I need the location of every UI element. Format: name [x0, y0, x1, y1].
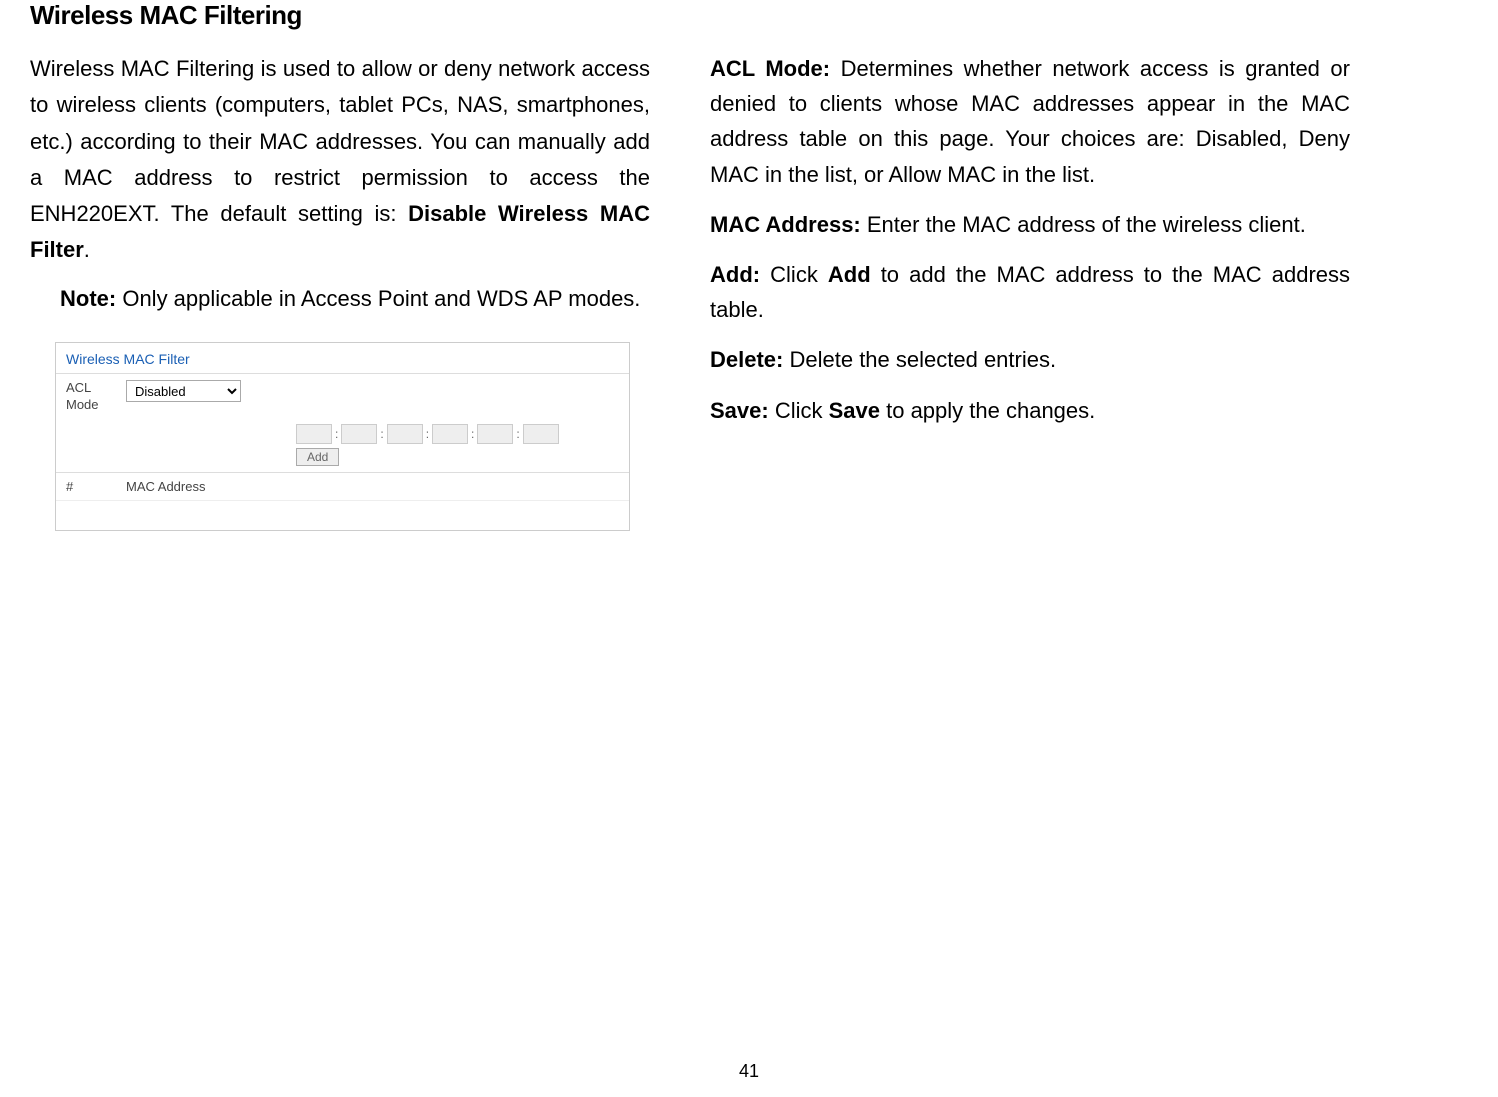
acl-mode-definition: ACL Mode: Determines whether network acc… — [710, 51, 1350, 192]
add-button-row: Add — [56, 446, 629, 472]
colon-2: : — [380, 427, 383, 441]
mac-filter-panel: Wireless MAC Filter ACL Mode Disabled : … — [55, 342, 630, 531]
mac-input-row: : : : : : — [56, 420, 629, 446]
acl-def-label: ACL Mode: — [710, 56, 841, 81]
content-columns: Wireless MAC Filtering is used to allow … — [30, 51, 1468, 531]
delete-def-text: Delete the selected entries. — [789, 347, 1056, 372]
left-column: Wireless MAC Filtering is used to allow … — [30, 51, 650, 531]
right-column: ACL Mode: Determines whether network acc… — [710, 51, 1350, 531]
colon-3: : — [426, 427, 429, 441]
delete-def-label: Delete: — [710, 347, 789, 372]
note-text: Only applicable in Access Point and WDS … — [116, 286, 640, 311]
mac-table-empty-row — [56, 500, 629, 530]
intro-paragraph: Wireless MAC Filtering is used to allow … — [30, 51, 650, 269]
add-definition: Add: Click Add to add the MAC address to… — [710, 257, 1350, 327]
mac-octet-5[interactable] — [477, 424, 513, 444]
colon-4: : — [471, 427, 474, 441]
acl-mode-label: ACL Mode — [66, 380, 126, 414]
column-number: # — [66, 479, 126, 494]
add-def-label: Add: — [710, 262, 770, 287]
mac-table-header: # MAC Address — [56, 472, 629, 500]
delete-definition: Delete: Delete the selected entries. — [710, 342, 1350, 377]
mac-def-text: Enter the MAC address of the wireless cl… — [867, 212, 1306, 237]
save-def-text1: Click — [775, 398, 829, 423]
page-title: Wireless MAC Filtering — [30, 0, 1468, 31]
save-def-label: Save: — [710, 398, 775, 423]
colon-1: : — [335, 427, 338, 441]
mac-octet-3[interactable] — [387, 424, 423, 444]
note-label: Note: — [60, 286, 116, 311]
save-definition: Save: Click Save to apply the changes. — [710, 393, 1350, 428]
add-def-bold: Add — [828, 262, 871, 287]
save-def-text2: to apply the changes. — [880, 398, 1095, 423]
add-button[interactable]: Add — [296, 448, 339, 466]
colon-5: : — [516, 427, 519, 441]
mac-octet-4[interactable] — [432, 424, 468, 444]
acl-mode-row: ACL Mode Disabled — [56, 374, 629, 420]
column-mac-address: MAC Address — [126, 479, 619, 494]
note-paragraph: Note: Only applicable in Access Point an… — [30, 281, 650, 317]
page-number: 41 — [739, 1061, 759, 1082]
mac-filter-title: Wireless MAC Filter — [56, 343, 629, 374]
save-def-bold: Save — [829, 398, 880, 423]
mac-address-definition: MAC Address: Enter the MAC address of th… — [710, 207, 1350, 242]
intro-end: . — [84, 237, 90, 262]
mac-def-label: MAC Address: — [710, 212, 867, 237]
mac-octet-2[interactable] — [341, 424, 377, 444]
acl-mode-select[interactable]: Disabled — [126, 380, 241, 402]
mac-octet-6[interactable] — [523, 424, 559, 444]
mac-octet-1[interactable] — [296, 424, 332, 444]
add-def-text1: Click — [770, 262, 828, 287]
